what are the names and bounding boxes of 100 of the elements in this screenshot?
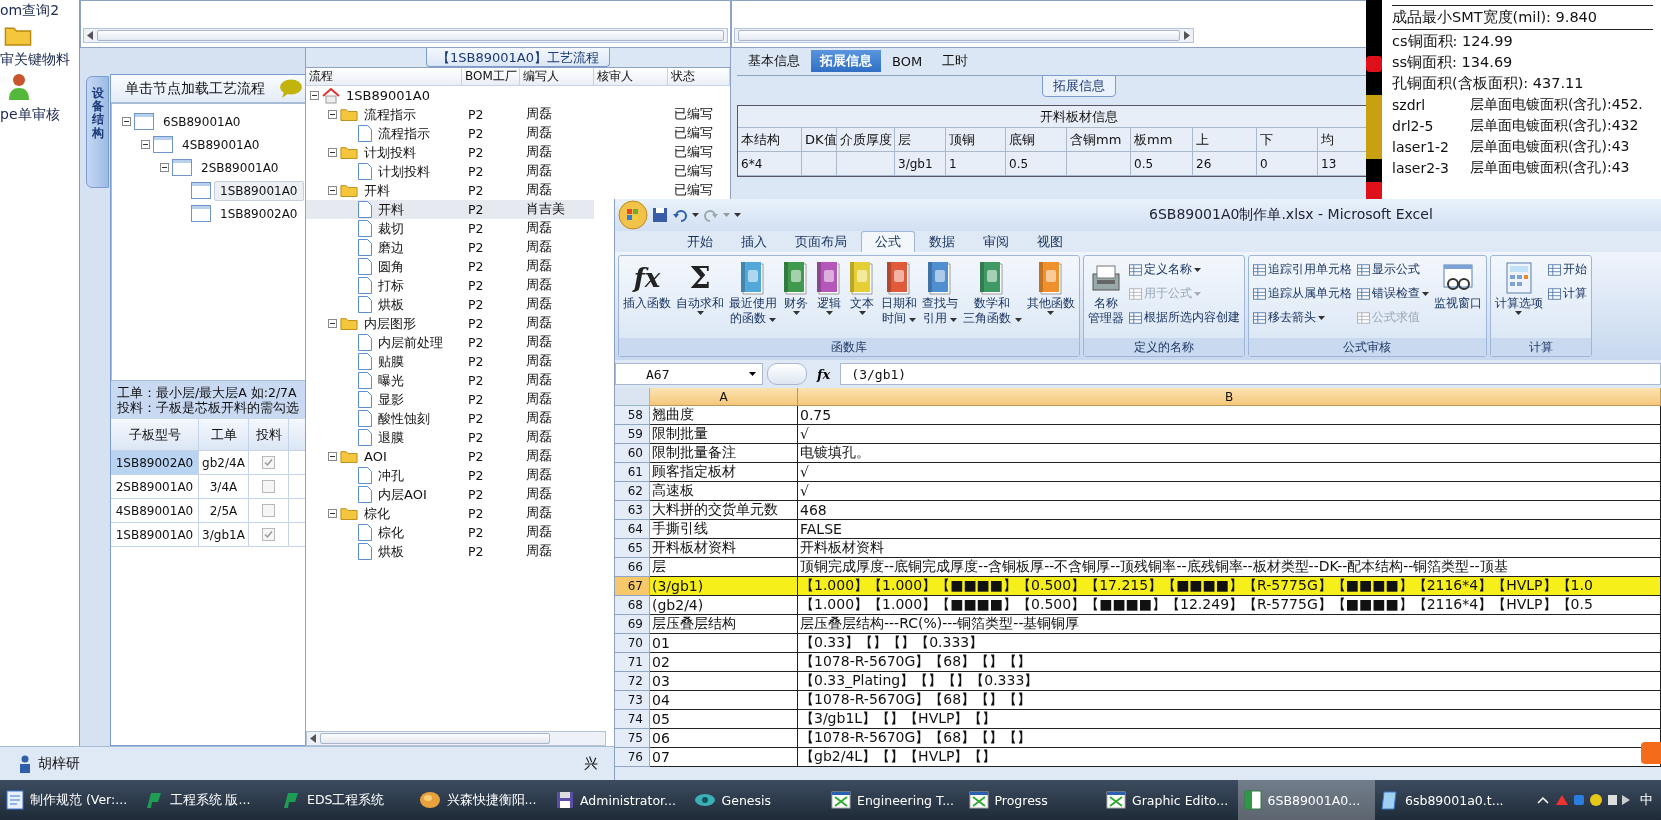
ribbon-button[interactable]: 追踪引用单元格 [1251,260,1353,279]
ribbon-button[interactable]: 开始 [1546,260,1588,279]
ribbon-tab[interactable]: 审阅 [969,231,1023,252]
ribbon-button[interactable]: 监视窗口 [1431,258,1484,313]
tree-item[interactable]: 磨边 [375,237,407,258]
checkbox[interactable] [262,504,275,517]
cell[interactable]: 【0.33_Plating】【】【】【0.333】 [798,672,1661,691]
tab[interactable]: BOM [883,50,932,72]
cell[interactable]: (3/gb1) [650,577,798,596]
cell[interactable]: 【1.000】【1.000】【■■■■】【0.500】【■■■■】【12.249】【R-5775G】【■■■■】【2116*4】【HVLP】【0.5 [798,596,1661,615]
tree-item[interactable]: 烘板 [375,541,407,562]
taskbar-item[interactable]: Graphic Edito... [1100,780,1238,820]
nav-item[interactable]: pe单审核 [0,106,60,125]
cell[interactable]: 03 [650,672,798,691]
checkbox[interactable] [262,480,275,493]
cell[interactable]: 开料板材资料 [798,539,1661,558]
save-icon[interactable] [652,207,668,223]
collapse-icon[interactable] [328,509,337,518]
tree-item[interactable]: 贴膜 [375,351,407,372]
table-row[interactable]: AOI P2 周磊 [306,447,594,466]
cell[interactable]: FALSE [798,520,1661,539]
tree-item[interactable]: 冲孔 [375,465,407,486]
taskbar-item[interactable]: Engineering T... [825,780,963,820]
cell[interactable]: 07 [650,748,798,767]
row-header[interactable]: 73 [615,691,650,710]
tree-item[interactable]: AOI [361,448,390,465]
side-tab[interactable]: 设备结构 [86,76,109,188]
ribbon-button[interactable]: Σ 自动求和 [674,258,726,317]
collapse-icon[interactable] [328,452,337,461]
table-row[interactable]: 烘板 P2 周磊 [306,295,594,314]
ribbon-tab[interactable]: 插入 [727,231,781,252]
formula-bar-handle[interactable] [767,363,807,385]
taskbar-item[interactable]: 制作规范 (Ver:... [0,780,138,820]
collapse-icon[interactable] [328,148,337,157]
row-header[interactable]: 71 [615,653,650,672]
ribbon-button[interactable]: fx 插入函数 [621,258,673,313]
input-method-indicator[interactable]: 中 [1640,791,1653,809]
ribbon-tab[interactable]: 数据 [915,231,969,252]
table-row[interactable]: 裁切 P2 周磊 [306,219,594,238]
undo-icon[interactable] [672,207,688,223]
cell[interactable]: √ [798,425,1661,444]
ribbon-tab[interactable]: 页面布局 [781,231,861,252]
nav-item[interactable]: om查询2 [0,2,60,20]
office-button[interactable] [618,200,648,230]
tree-item[interactable]: 4SB89001A0 [176,134,266,155]
tree-item[interactable]: 显影 [375,389,407,410]
tree-item[interactable]: 1SB89002A0 [214,203,304,224]
table-cell[interactable]: 1SB89001A0 [111,523,199,547]
column-header[interactable]: A [650,388,798,406]
ribbon-button[interactable]: 其他函数 [1024,258,1077,317]
tree-item[interactable]: 圆角 [375,256,407,277]
table-row[interactable]: 内层图形 P2 周磊 [306,314,594,333]
collapse-icon[interactable] [328,110,337,119]
tree-item[interactable]: 6SB89001A0 [157,111,247,132]
table-row[interactable]: 冲孔 P2 周磊 [306,466,594,485]
table-row[interactable]: 打标 P2 周磊 [306,276,594,295]
column-header[interactable]: B [798,388,1661,406]
row-header[interactable]: 63 [615,501,650,520]
tree-item[interactable]: 内层图形 [361,313,419,334]
cell[interactable]: (gb2/4) [650,596,798,615]
ribbon-button[interactable]: 移去箭头 [1251,308,1353,327]
table-row[interactable]: 圆角 P2 周磊 [306,257,594,276]
tree-item[interactable]: 计划投料 [361,142,419,163]
row-header[interactable]: 64 [615,520,650,539]
cell[interactable]: 468 [798,501,1661,520]
tab[interactable]: 工时 [933,50,978,72]
table-row[interactable]: 酸性蚀刻 P2 周磊 [306,409,594,428]
tree-item[interactable]: 流程指示 [375,123,433,144]
tree-item[interactable]: 酸性蚀刻 [375,408,433,429]
table-row[interactable]: 计划投料 P2 周磊 [306,143,594,162]
table-row[interactable]: 内层前处理 P2 周磊 [306,333,594,352]
collapse-icon[interactable] [328,186,337,195]
tree-item[interactable]: 开料 [375,199,407,220]
tree-item[interactable]: 1SB89001A0 [214,180,304,201]
row-header[interactable]: 62 [615,482,650,501]
cell[interactable]: 【1078-R-5670G】【68】【】【】 [798,729,1661,748]
cell[interactable]: 限制批量 [650,425,798,444]
tree-item[interactable]: 裁切 [375,218,407,239]
cell[interactable]: 02 [650,653,798,672]
row-header[interactable]: 67 [615,577,650,596]
tree-item[interactable]: 开料 [361,180,393,201]
ribbon-button[interactable]: 计算 [1546,284,1588,303]
cell[interactable]: 【1078-R-5670G】【68】【】【】 [798,691,1661,710]
cell[interactable]: 06 [650,729,798,748]
row-header[interactable]: 76 [615,748,650,767]
row-header[interactable]: 68 [615,596,650,615]
taskbar-item[interactable]: Genesis [687,780,825,820]
ribbon-button[interactable]: 错误检查 [1355,284,1430,303]
tree-item[interactable]: 烘板 [375,294,407,315]
cell[interactable]: 【gb2/4L】【】【HVLP】【】 [798,748,1661,767]
collapse-icon[interactable] [160,163,169,172]
tree-item[interactable]: 计划投料 [375,161,433,182]
table-row[interactable]: 棕化 P2 周磊 [306,523,594,542]
tree-item[interactable]: 内层前处理 [375,332,446,353]
collapse-icon[interactable] [122,117,131,126]
ribbon-button[interactable]: 根据所选内容创建 [1127,308,1241,327]
ribbon-button[interactable]: 文本 [846,258,878,317]
taskbar-item[interactable]: Progress [962,780,1100,820]
table-cell[interactable]: 2SB89001A0 [111,475,199,499]
cell[interactable]: 顶铜完成厚度--底铜完成厚度--含铜板厚--不含铜厚--顶残铜率--底残铜率--板材类型--DK--配本结构--铜箔类型--顶基 [798,558,1661,577]
